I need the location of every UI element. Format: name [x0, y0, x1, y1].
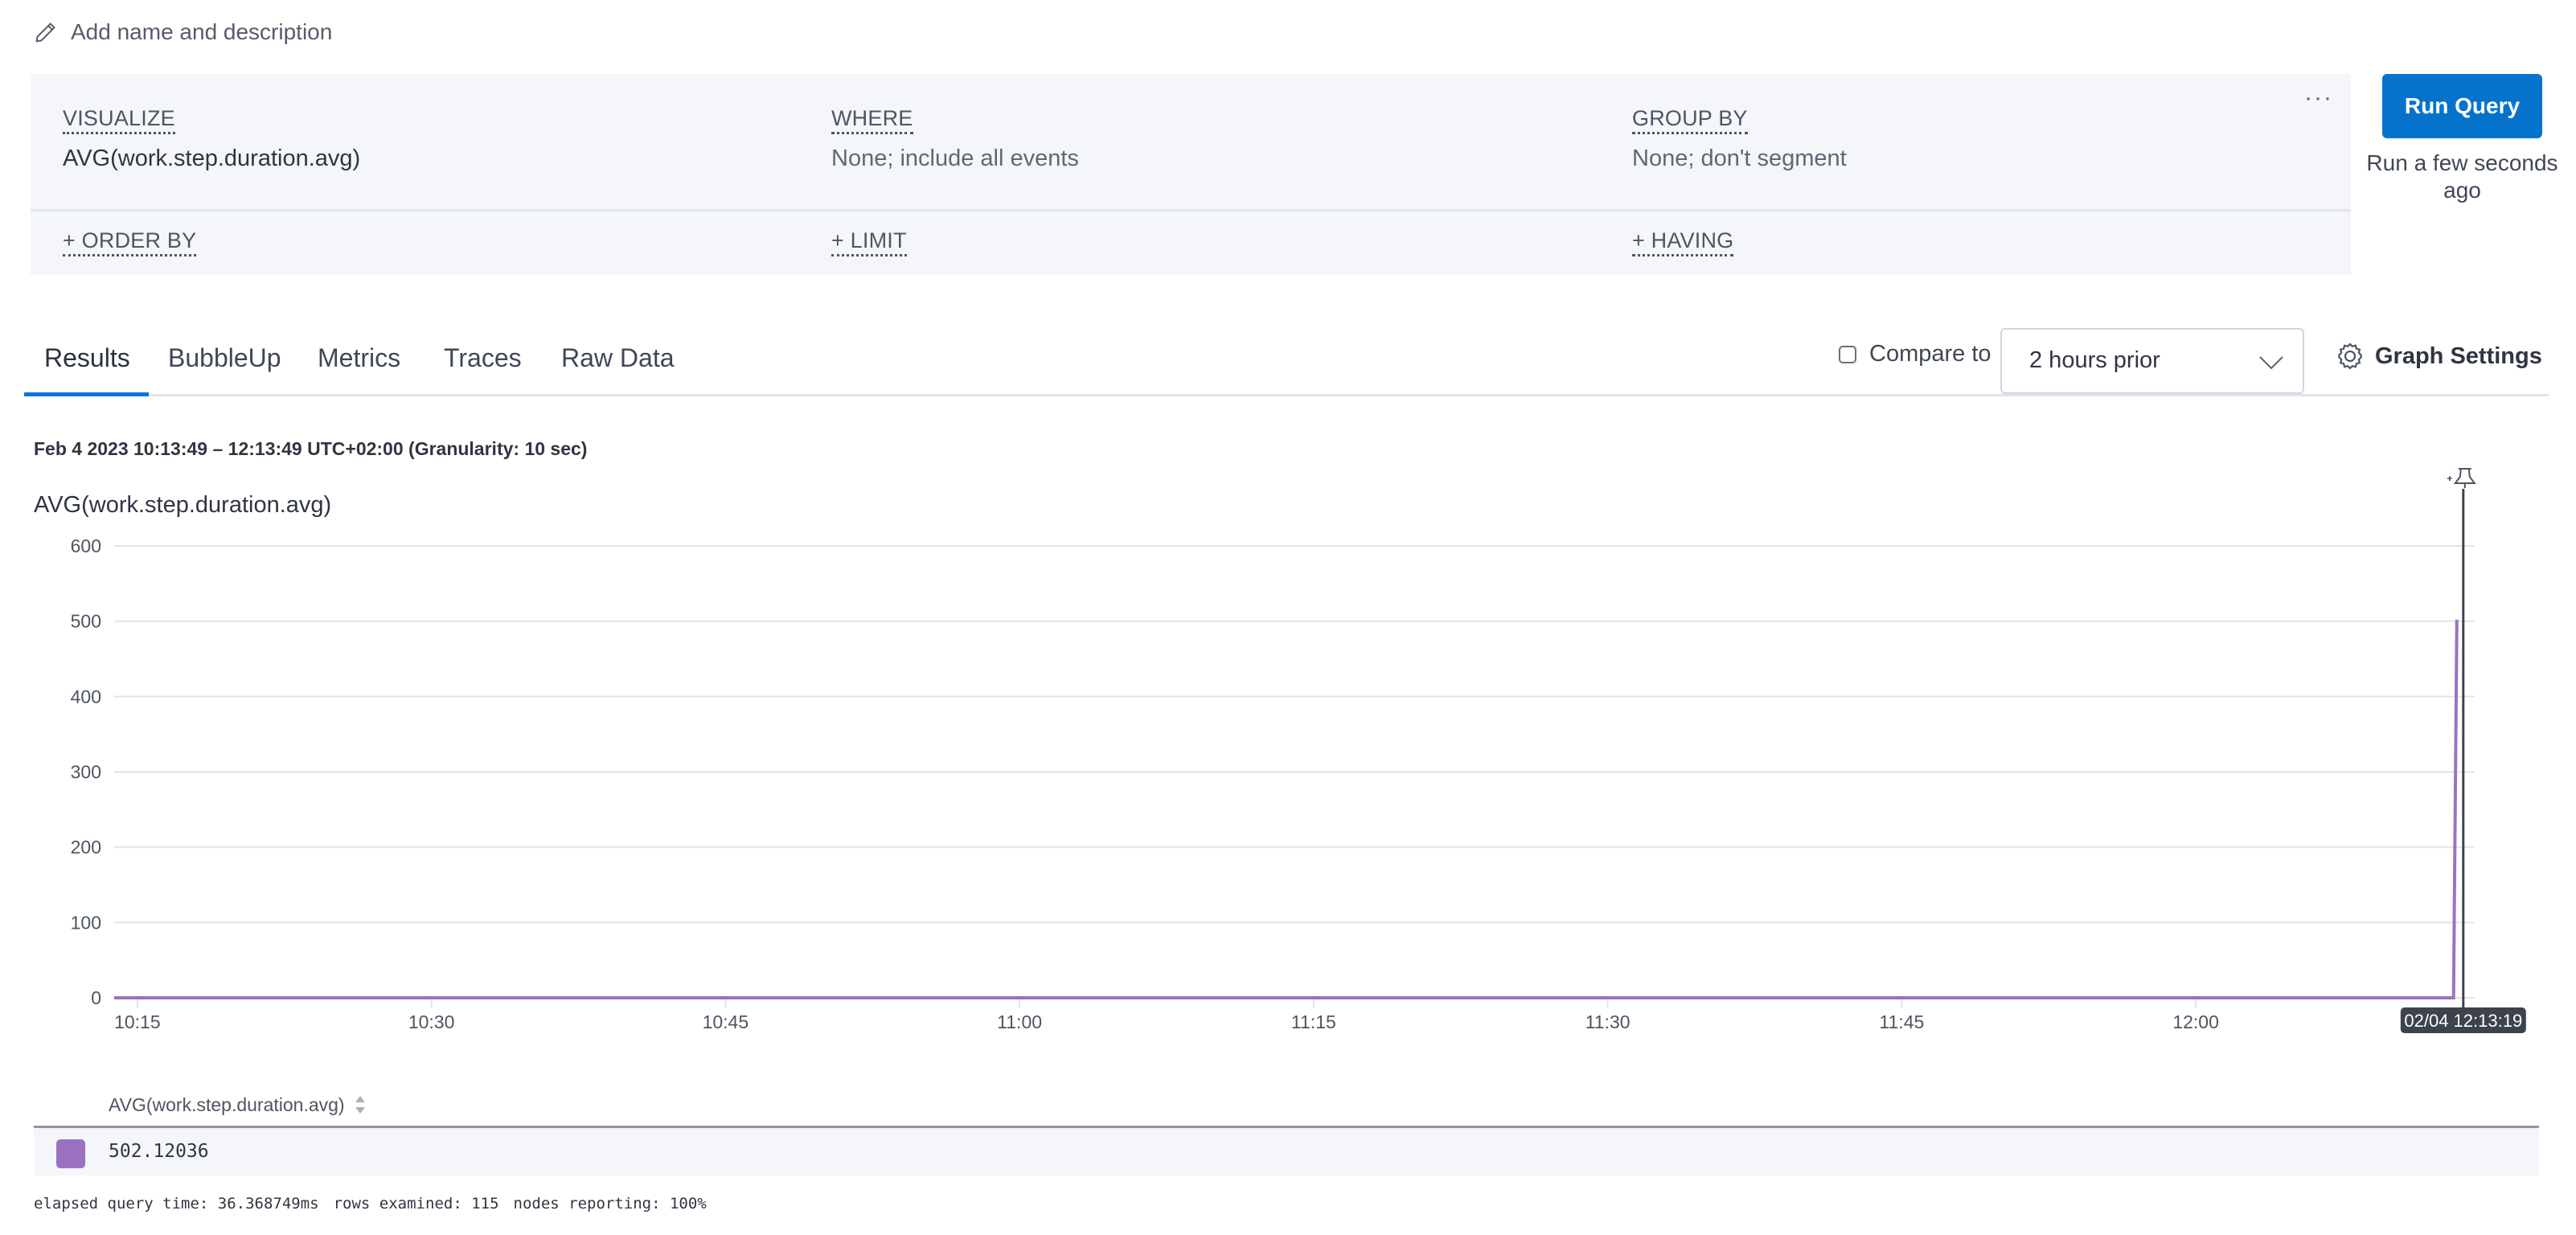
nodes-reporting: nodes reporting: 100% [513, 1195, 707, 1212]
y-tick-label: 0 [91, 987, 101, 1008]
x-tick-label: 10:30 [408, 1011, 455, 1032]
active-tab-indicator [24, 392, 149, 396]
crosshair-time-label: 02/04 12:13:19 [2404, 1011, 2522, 1031]
pin-plus-icon [2447, 476, 2452, 481]
chart-crosshair: 02/04 12:13:19 [2400, 468, 2526, 1033]
line-chart[interactable]: 0 100 200 300 400 500 600 10:15 10:30 10:45 11:00… [0, 450, 2576, 1061]
add-name-description-button[interactable]: Add name and description [32, 14, 332, 50]
graph-settings-label: Graph Settings [2375, 343, 2542, 369]
x-tick-label: 11:45 [1879, 1011, 1924, 1032]
tab-results[interactable]: Results [44, 338, 130, 378]
where-label[interactable]: WHERE [831, 106, 913, 134]
limit-button[interactable]: + LIMIT [831, 228, 907, 256]
having-button[interactable]: + HAVING [1632, 228, 1734, 256]
y-tick-label: 400 [71, 686, 101, 707]
pin-icon [2447, 468, 2476, 488]
x-tick-label: 11:00 [997, 1011, 1042, 1032]
chart-gridlines [114, 545, 2475, 999]
chart-series [114, 619, 2459, 999]
visualize-label[interactable]: VISUALIZE [63, 106, 175, 134]
add-name-description-label: Add name and description [71, 19, 333, 44]
order-by-button[interactable]: + ORDER BY [63, 228, 197, 256]
compare-period-value: 2 hours prior [2029, 347, 2160, 373]
where-value[interactable]: None; include all events [831, 145, 1079, 172]
compare-toggle[interactable]: Compare to [1839, 341, 1991, 367]
legend-column-header[interactable]: AVG(work.step.duration.avg) [109, 1093, 367, 1116]
series-line [114, 619, 2459, 999]
y-axis-ticks: 0 100 200 300 400 500 600 [71, 535, 101, 1008]
group-by-label[interactable]: GROUP BY [1632, 106, 1748, 134]
more-options-icon[interactable]: ··· [2304, 86, 2333, 110]
query-stats: elapsed query time: 36.368749ms rows exam… [34, 1195, 721, 1212]
tab-traces[interactable]: Traces [444, 338, 522, 378]
query-builder: VISUALIZE AVG(work.step.duration.avg) WH… [31, 74, 2351, 275]
group-by-value[interactable]: None; don't segment [1632, 145, 1847, 172]
legend-value: 502.12036 [109, 1141, 209, 1162]
chevron-down-icon [2259, 356, 2283, 370]
x-tick-label: 12:00 [2172, 1011, 2219, 1032]
tab-bar-divider [24, 394, 2549, 396]
y-tick-label: 100 [71, 912, 101, 933]
legend-row[interactable]: 502.12036 [34, 1128, 2539, 1176]
tab-metrics[interactable]: Metrics [318, 338, 400, 378]
x-tick-label: 11:15 [1291, 1011, 1336, 1032]
graph-settings-button[interactable]: Graph Settings [2335, 341, 2542, 371]
series-color-swatch [56, 1139, 85, 1168]
rows-examined: rows examined: 115 [333, 1195, 499, 1212]
legend-column-label: AVG(work.step.duration.avg) [109, 1093, 345, 1115]
pin-icon-shape [2453, 468, 2476, 488]
y-tick-label: 600 [71, 535, 101, 556]
compare-label: Compare to [1869, 341, 1991, 367]
y-tick-label: 500 [71, 611, 101, 632]
compare-period-select[interactable]: 2 hours prior [2000, 328, 2304, 394]
x-tick-label: 10:45 [703, 1011, 749, 1032]
elapsed-query-time: elapsed query time: 36.368749ms [34, 1195, 319, 1212]
y-tick-label: 200 [71, 837, 101, 858]
query-builder-divider [31, 209, 2351, 211]
x-axis-ticks: 10:15 10:30 10:45 11:00 11:15 11:30 11:45 12:00 [114, 998, 2219, 1032]
run-status: Run a few seconds ago [2366, 150, 2558, 203]
run-query-button[interactable]: Run Query [2382, 74, 2542, 138]
visualize-value[interactable]: AVG(work.step.duration.avg) [63, 145, 360, 172]
gear-icon [2338, 343, 2362, 370]
y-tick-label: 300 [71, 761, 101, 782]
tab-raw-data[interactable]: Raw Data [561, 338, 675, 378]
tab-bubbleup[interactable]: BubbleUp [168, 338, 281, 378]
pencil-icon [35, 23, 55, 43]
x-tick-label: 11:30 [1585, 1011, 1631, 1032]
x-tick-label: 10:15 [114, 1011, 161, 1032]
compare-checkbox[interactable] [1839, 345, 1856, 363]
sort-icon[interactable] [353, 1093, 367, 1116]
